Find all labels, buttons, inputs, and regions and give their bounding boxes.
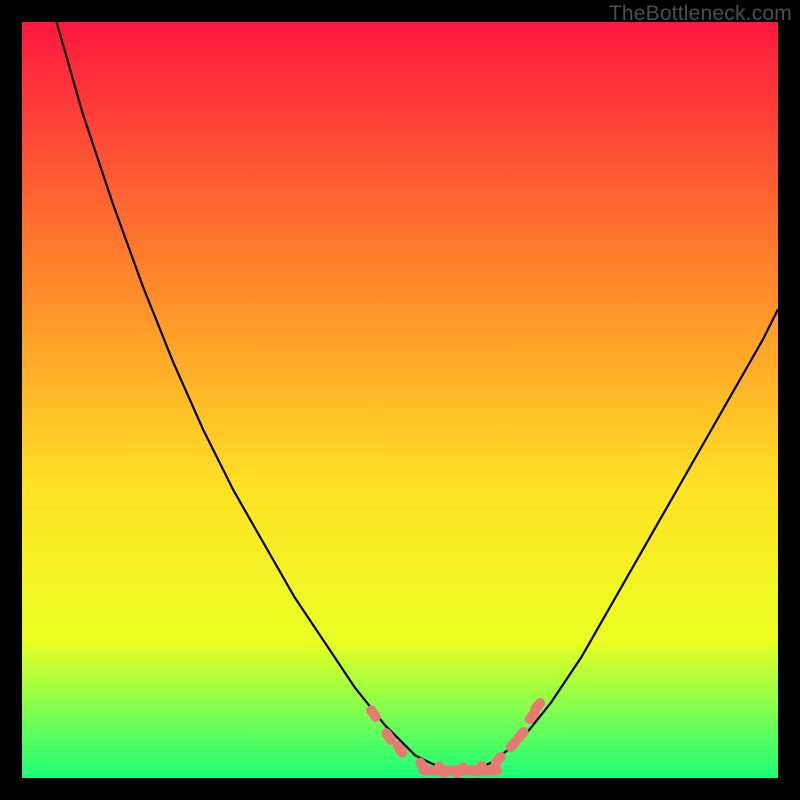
chart-svg [22,22,778,778]
outer-frame: TheBottleneck.com [0,0,800,800]
plot-area [22,22,778,778]
gradient-background [22,22,778,778]
watermark-text: TheBottleneck.com [609,2,792,26]
